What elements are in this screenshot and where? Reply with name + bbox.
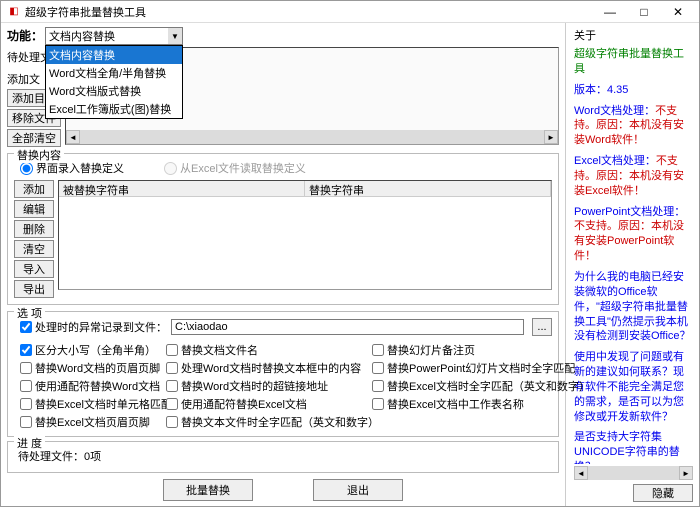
browse-button[interactable]: ... bbox=[532, 318, 552, 336]
option-checkbox[interactable]: 替换Word文档时的超链接地址 bbox=[166, 378, 366, 394]
function-dropdown: 文档内容替换 Word文档全角/半角替换 Word文档版式替换 Excel工作簿… bbox=[45, 45, 183, 119]
about-link[interactable]: 是否支持大字符集UNICODE字符串的替换？ bbox=[574, 430, 693, 464]
option-checkbox[interactable]: 使用通配符替换Word文档 bbox=[20, 378, 160, 394]
exit-button[interactable]: 退出 bbox=[313, 479, 403, 501]
exception-path-input[interactable] bbox=[171, 319, 524, 335]
option-checkbox[interactable]: 替换幻灯片备注页 bbox=[372, 342, 552, 358]
progress-text: 待处理文件：0项 bbox=[14, 446, 552, 466]
scrollbar-track[interactable] bbox=[80, 130, 544, 144]
dropdown-item[interactable]: 文档内容替换 bbox=[46, 46, 182, 64]
app-icon: ◧ bbox=[7, 5, 21, 19]
delete-button[interactable]: 删除 bbox=[14, 220, 54, 238]
option-checkbox[interactable]: 替换Excel文档时单元格匹配 bbox=[20, 396, 160, 412]
scroll-right-icon[interactable]: ► bbox=[544, 130, 558, 144]
option-checkbox[interactable]: 替换Excel文档页眉页脚 bbox=[20, 414, 160, 430]
export-button[interactable]: 导出 bbox=[14, 280, 54, 298]
dropdown-item[interactable]: Word文档全角/半角替换 bbox=[46, 64, 182, 82]
about-panel: 超级字符串批量替换工具 版本：4.35 Word文档处理：不支持。原因：本机没有… bbox=[574, 47, 693, 464]
option-checkbox[interactable]: 替换Word文档的页眉页脚 bbox=[20, 360, 160, 376]
scroll-right-icon[interactable]: ► bbox=[679, 466, 693, 480]
option-checkbox[interactable]: 区分大小写（全角半角） bbox=[20, 342, 160, 358]
batch-replace-button[interactable]: 批量替换 bbox=[163, 479, 253, 501]
dropdown-item[interactable]: Word文档版式替换 bbox=[46, 82, 182, 100]
maximize-button[interactable]: □ bbox=[627, 2, 661, 22]
clear-button[interactable]: 清空 bbox=[14, 240, 54, 258]
replace-table[interactable]: 被替换字符串 替换字符串 bbox=[58, 180, 552, 290]
about-version[interactable]: 版本：4.35 bbox=[574, 83, 693, 98]
close-button[interactable]: ✕ bbox=[661, 2, 695, 22]
about-header: 关于 bbox=[574, 27, 693, 43]
option-checkbox[interactable]: 处理Word文档时替换文本框中的内容 bbox=[166, 360, 366, 376]
about-link[interactable]: 为什么我的电脑已经安装微软的Office软件，"超级字符串批量替换工具"仍然提示… bbox=[574, 270, 693, 344]
option-checkbox[interactable]: 替换文本文件时全字匹配（英文和数字） bbox=[166, 414, 366, 430]
scroll-left-icon[interactable]: ◄ bbox=[66, 130, 80, 144]
window-title: 超级字符串批量替换工具 bbox=[25, 4, 593, 20]
scroll-left-icon[interactable]: ◄ bbox=[574, 466, 588, 480]
option-checkbox[interactable]: 替换PowerPoint幻灯片文档时全字匹配 bbox=[372, 360, 552, 376]
import-button[interactable]: 导入 bbox=[14, 260, 54, 278]
scrollbar-track[interactable] bbox=[588, 466, 679, 480]
option-checkbox[interactable]: 替换Excel文档中工作表名称 bbox=[372, 396, 552, 412]
minimize-button[interactable]: — bbox=[593, 2, 627, 22]
col-source[interactable]: 被替换字符串 bbox=[59, 181, 305, 196]
function-label: 功能： bbox=[7, 27, 43, 44]
replace-group-title: 替换内容 bbox=[14, 147, 64, 163]
about-title: 超级字符串批量替换工具 bbox=[574, 47, 693, 77]
option-checkbox[interactable]: 使用通配符替换Excel文档 bbox=[166, 396, 366, 412]
add-button[interactable]: 添加 bbox=[14, 180, 54, 198]
progress-group-title: 进 度 bbox=[14, 435, 45, 451]
clear-all-button[interactable]: 全部清空 bbox=[7, 129, 61, 147]
about-link[interactable]: 使用中发现了问题或有新的建议如何联系？现有软件不能完全满足您的需求，是否可以为您… bbox=[574, 350, 693, 424]
chevron-down-icon[interactable]: ▼ bbox=[168, 28, 182, 44]
col-target[interactable]: 替换字符串 bbox=[305, 181, 551, 196]
edit-button[interactable]: 编辑 bbox=[14, 200, 54, 218]
function-combo[interactable]: ▼ 文档内容替换 Word文档全角/半角替换 Word文档版式替换 Excel工… bbox=[45, 27, 183, 45]
hide-button[interactable]: 隐藏 bbox=[633, 484, 693, 502]
dropdown-item[interactable]: Excel工作簿版式(图)替换 bbox=[46, 100, 182, 118]
options-group-title: 选 项 bbox=[14, 305, 45, 321]
radio-excel-input: 从Excel文件读取替换定义 bbox=[164, 160, 306, 176]
option-checkbox[interactable]: 替换文档文件名 bbox=[166, 342, 366, 358]
function-combo-input[interactable] bbox=[45, 27, 183, 45]
option-checkbox[interactable]: 替换Excel文档时全字匹配（英文和数字） bbox=[372, 378, 552, 394]
chk-exception-log[interactable]: 处理时的异常记录到文件： bbox=[20, 319, 167, 335]
